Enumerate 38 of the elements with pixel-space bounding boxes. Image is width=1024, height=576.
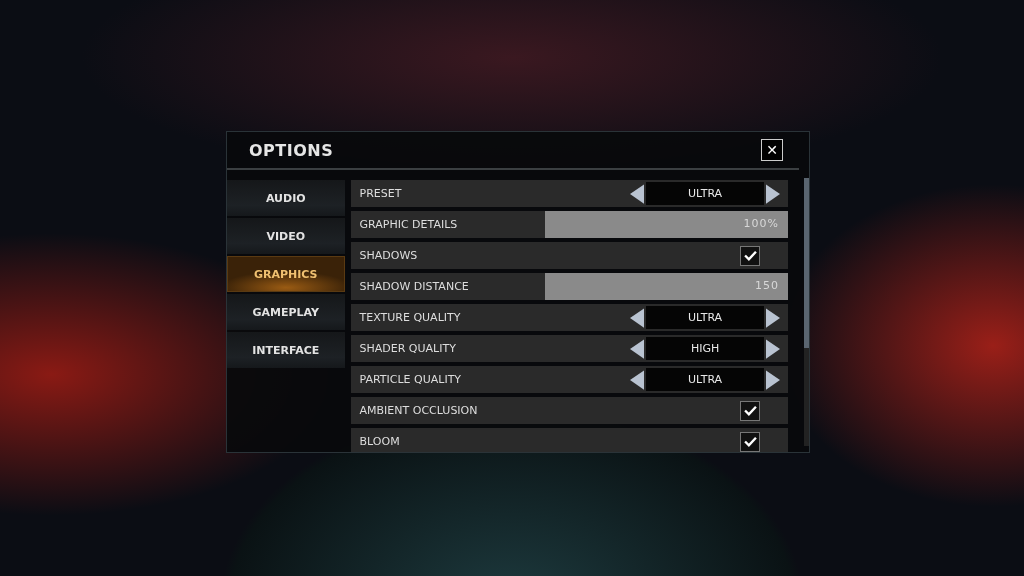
- sidebar-tab[interactable]: GAMEPLAY: [227, 294, 345, 330]
- left-arrow-icon[interactable]: [630, 183, 645, 204]
- checkmark-icon: [743, 405, 757, 416]
- setting-label: SHADOW DISTANCE: [359, 280, 469, 293]
- setting-label: SHADER QUALITY: [359, 342, 456, 355]
- left-arrow-icon[interactable]: [630, 338, 645, 359]
- right-arrow-icon[interactable]: [766, 369, 781, 390]
- setting-label: PRESET: [359, 187, 402, 200]
- checkbox[interactable]: [740, 431, 761, 452]
- checkbox[interactable]: [740, 245, 761, 266]
- checkmark-icon: [743, 250, 757, 261]
- scrollbar-thumb[interactable]: [804, 178, 809, 348]
- checkbox[interactable]: [740, 400, 761, 421]
- scrollbar[interactable]: [804, 178, 809, 446]
- selector-value: ULTRA: [646, 368, 765, 391]
- setting-label: BLOOM: [359, 435, 400, 448]
- left-arrow-icon[interactable]: [630, 307, 645, 328]
- setting-label: TEXTURE QUALITY: [359, 311, 461, 324]
- selector-value: ULTRA: [646, 306, 765, 329]
- sidebar-tab[interactable]: VIDEO: [227, 218, 345, 254]
- selector-value: ULTRA: [646, 182, 765, 205]
- close-button[interactable]: ✕: [761, 139, 783, 161]
- checkmark-icon: [743, 436, 757, 447]
- sidebar-tab[interactable]: AUDIO: [227, 180, 345, 216]
- sidebar-tab[interactable]: GRAPHICS: [227, 256, 345, 292]
- slider-reading: 150: [755, 279, 780, 292]
- selector-value: HIGH: [646, 337, 765, 360]
- setting-label: PARTICLE QUALITY: [359, 373, 462, 386]
- right-arrow-icon[interactable]: [766, 183, 781, 204]
- setting-label: GRAPHIC DETAILS: [359, 218, 458, 231]
- setting-label: SHADOWS: [359, 249, 418, 262]
- right-arrow-icon[interactable]: [766, 307, 781, 328]
- sidebar-tab[interactable]: INTERFACE: [227, 332, 345, 368]
- setting-label: AMBIENT OCCLUSION: [359, 404, 478, 417]
- dialog-title: OPTIONS: [249, 140, 334, 160]
- right-arrow-icon[interactable]: [766, 338, 781, 359]
- left-arrow-icon[interactable]: [630, 369, 645, 390]
- slider-reading: 100%: [743, 217, 780, 230]
